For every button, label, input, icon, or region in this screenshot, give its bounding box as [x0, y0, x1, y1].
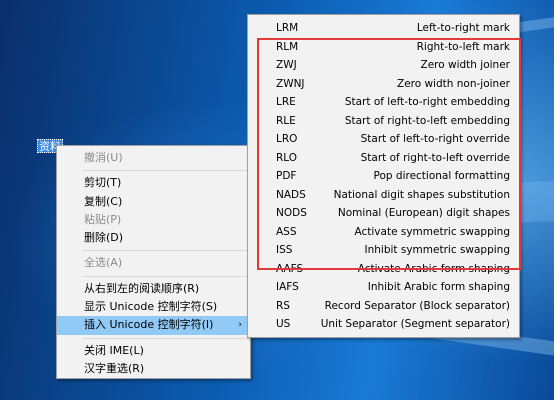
- unicode-control-item-us[interactable]: US Unit Separator (Segment separator): [248, 315, 519, 334]
- unicode-control-item-ass[interactable]: ASS Activate symmetric swapping: [248, 223, 519, 242]
- unicode-control-code: ASS: [276, 225, 297, 238]
- context-menu: 撤消(U) 剪切(T) 复制(C) 粘贴(P) 删除(D) 全选(A) 从右到左的阅读顺序(…: [56, 145, 251, 379]
- menu-separator: [83, 275, 249, 277]
- unicode-control-item-zwnj[interactable]: ZWNJ Zero width non-joiner: [248, 75, 519, 94]
- unicode-control-item-aafs[interactable]: AAFS Activate Arabic form shaping: [248, 260, 519, 279]
- unicode-control-description: Zero width non-joiner: [397, 77, 510, 90]
- context-menu-item[interactable]: 关闭 IME(L): [57, 342, 250, 360]
- unicode-control-code: NODS: [276, 207, 307, 219]
- unicode-control-item-rlm[interactable]: RLM Right-to-left mark: [248, 38, 519, 57]
- context-menu-item-label: 关闭 IME(L): [84, 343, 144, 357]
- unicode-control-item-rle[interactable]: RLE Start of right-to-left embedding: [248, 112, 519, 131]
- menu-separator: [83, 170, 249, 172]
- unicode-control-item-pdf[interactable]: PDF Pop directional formatting: [248, 167, 519, 186]
- context-menu-item[interactable]: 撤消(U): [57, 149, 250, 167]
- unicode-control-item-zwj[interactable]: ZWJ Zero width joiner: [248, 56, 519, 75]
- unicode-control-code: ZWNJ: [276, 77, 305, 90]
- unicode-control-item-lro[interactable]: LRO Start of left-to-right override: [248, 130, 519, 149]
- unicode-control-item-iss[interactable]: ISS Inhibit symmetric swapping: [248, 241, 519, 260]
- unicode-control-description: Zero width joiner: [420, 59, 510, 71]
- unicode-control-code: ISS: [276, 244, 293, 256]
- context-menu-item[interactable]: 显示 Unicode 控制字符(S): [57, 298, 250, 316]
- unicode-control-code: IAFS: [276, 281, 299, 293]
- unicode-control-item-nads[interactable]: NADS National digit shapes substitution: [248, 186, 519, 205]
- unicode-control-item-lrm[interactable]: LRM Left-to-right mark: [248, 19, 519, 38]
- context-menu-item-label: 剪切(T): [84, 176, 122, 190]
- unicode-control-item-rlo[interactable]: RLO Start of right-to-left override: [248, 149, 519, 168]
- unicode-control-description: Record Separator (Block separator): [324, 299, 510, 312]
- submenu-arrow-icon: ›: [238, 320, 242, 331]
- context-menu-item-label: 汉字重选(R): [84, 361, 145, 375]
- unicode-control-code: RLO: [276, 151, 298, 164]
- context-menu-item[interactable]: 全选(A): [57, 254, 250, 272]
- unicode-control-code: LRE: [276, 96, 296, 108]
- unicode-control-description: Start of left-to-right override: [360, 133, 510, 145]
- context-menu-item[interactable]: 粘贴(P): [57, 211, 250, 229]
- unicode-control-submenu: LRM Left-to-right mark RLM Right-to-left ma…: [247, 14, 520, 338]
- unicode-control-description: Start of left-to-right embedding: [344, 96, 510, 108]
- unicode-control-item-lre[interactable]: LRE Start of left-to-right embedding: [248, 93, 519, 112]
- context-menu-item-label: 粘贴(P): [84, 212, 122, 226]
- unicode-control-description: Right-to-left mark: [416, 40, 510, 53]
- unicode-control-description: Nominal (European) digit shapes: [337, 207, 510, 219]
- menu-separator: [83, 337, 249, 339]
- unicode-control-description: Start of right-to-left embedding: [344, 114, 510, 127]
- context-menu-item-label: 撤消(U): [84, 151, 123, 164]
- unicode-control-description: Pop directional formatting: [373, 170, 510, 182]
- context-menu-item-label: 插入 Unicode 控制字符(I): [84, 318, 214, 332]
- unicode-control-code: NADS: [276, 188, 306, 201]
- context-menu-item[interactable]: 汉字重选(R): [57, 360, 250, 378]
- menu-separator: [83, 250, 249, 252]
- unicode-control-code: RLE: [276, 114, 296, 127]
- unicode-control-code: RLM: [276, 40, 299, 53]
- unicode-control-code: ZWJ: [276, 59, 297, 71]
- context-menu-item-label: 删除(D): [84, 231, 124, 245]
- unicode-control-code: LRM: [276, 22, 299, 34]
- context-menu-item-label: 全选(A): [84, 256, 123, 270]
- unicode-control-description: Start of right-to-left override: [360, 151, 510, 164]
- unicode-control-code: US: [276, 318, 291, 330]
- unicode-control-item-iafs[interactable]: IAFS Inhibit Arabic form shaping: [248, 278, 519, 297]
- context-menu-item[interactable]: 复制(C): [57, 193, 250, 211]
- context-menu-item-label: 从右到左的阅读顺序(R): [84, 281, 200, 295]
- unicode-control-code: AAFS: [276, 262, 304, 275]
- unicode-control-code: RS: [276, 299, 290, 312]
- unicode-control-item-nods[interactable]: NODS Nominal (European) digit shapes: [248, 204, 519, 223]
- context-menu-item-label: 复制(C): [84, 194, 123, 208]
- unicode-control-description: Activate Arabic form shaping: [357, 262, 510, 275]
- unicode-control-description: Activate symmetric swapping: [354, 225, 511, 238]
- context-menu-item[interactable]: 插入 Unicode 控制字符(I) ›: [57, 316, 250, 335]
- unicode-control-description: Inhibit symmetric swapping: [364, 244, 510, 256]
- unicode-control-description: Left-to-right mark: [416, 22, 510, 34]
- context-menu-item[interactable]: 删除(D): [57, 229, 250, 247]
- context-menu-item[interactable]: 从右到左的阅读顺序(R): [57, 280, 250, 298]
- unicode-control-description: National digit shapes substitution: [333, 188, 510, 201]
- unicode-control-description: Unit Separator (Segment separator): [320, 318, 510, 330]
- unicode-control-code: PDF: [276, 170, 297, 182]
- unicode-control-description: Inhibit Arabic form shaping: [367, 281, 510, 293]
- context-menu-item-label: 显示 Unicode 控制字符(S): [84, 300, 218, 314]
- unicode-control-code: LRO: [276, 133, 298, 145]
- unicode-control-item-rs[interactable]: RS Record Separator (Block separator): [248, 297, 519, 316]
- context-menu-item[interactable]: 剪切(T): [57, 174, 250, 192]
